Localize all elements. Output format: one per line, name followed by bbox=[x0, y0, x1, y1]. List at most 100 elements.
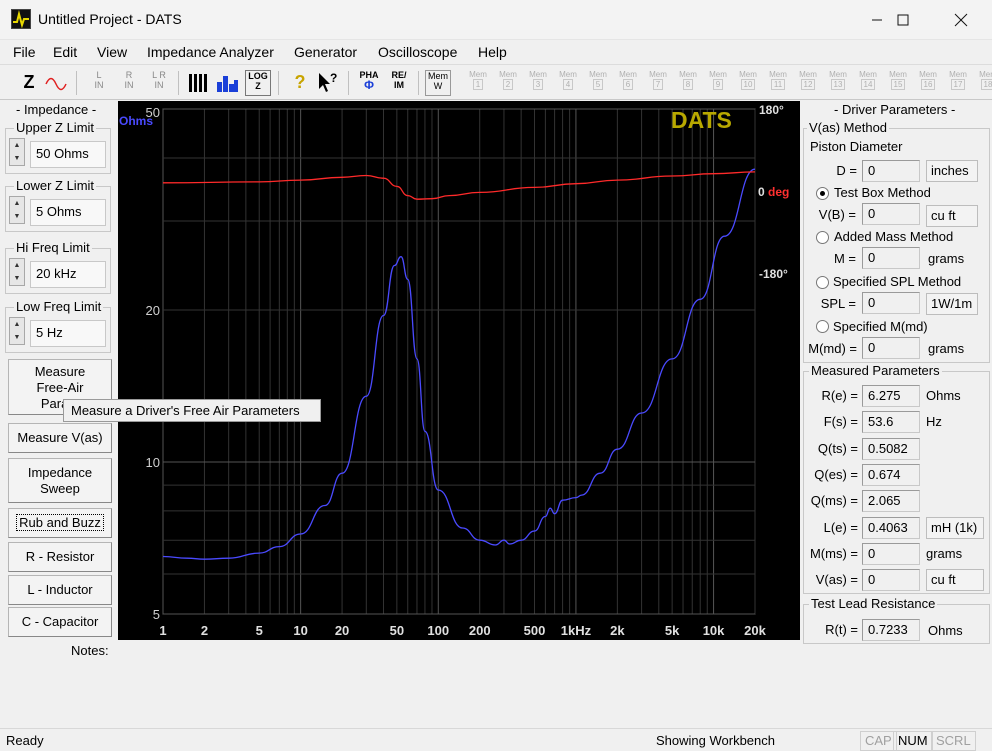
piano-keys-icon bbox=[189, 74, 207, 92]
bar-graph-button[interactable] bbox=[214, 70, 240, 96]
menu-help[interactable]: Help bbox=[478, 44, 507, 60]
num-indicator: NUM bbox=[893, 731, 933, 751]
menu-file[interactable]: File bbox=[13, 44, 36, 60]
upper-z-spinner[interactable]: ▲ ▼ bbox=[9, 138, 25, 166]
impedance-chart: 5020105Ohms1 2 5 10 20 50 100 200 500 1kHz 2k 5k 10k… bbox=[119, 103, 789, 638]
test-lead-title: Test Lead Resistance bbox=[809, 596, 938, 611]
mem-slot-number: 14 bbox=[860, 79, 876, 90]
low-freq-field[interactable]: 5 Hz bbox=[30, 320, 106, 347]
mem-slot-7[interactable]: Mem 7 bbox=[645, 70, 671, 96]
mem-slot-4[interactable]: Mem 4 bbox=[555, 70, 581, 96]
mem-slot-3[interactable]: Mem 3 bbox=[525, 70, 551, 96]
spl-unit-button[interactable]: 1W/1m bbox=[926, 293, 978, 315]
piano-keys-button[interactable] bbox=[186, 70, 212, 96]
menu-view[interactable]: View bbox=[97, 44, 127, 60]
mem-slot-16[interactable]: Mem 16 bbox=[915, 70, 941, 96]
re-im-button[interactable]: RE/ IM bbox=[386, 70, 412, 96]
mmd-unit: grams bbox=[928, 341, 965, 356]
m-field[interactable]: 0 bbox=[862, 247, 920, 269]
d-field[interactable]: 0 bbox=[862, 160, 920, 182]
rt-field[interactable]: 0.7233 bbox=[862, 619, 920, 641]
capacitor-button[interactable]: C - Capacitor bbox=[8, 607, 112, 637]
rub-and-buzz-button[interactable]: Rub and Buzz bbox=[8, 508, 112, 538]
test-box-radio[interactable] bbox=[816, 187, 829, 200]
x-tick-label: 500 bbox=[524, 623, 546, 638]
hi-freq-field[interactable]: 20 kHz bbox=[30, 261, 106, 288]
impedance-graph[interactable]: 50 20 10 5 Ohms 1 2 5 10 20 50 100 200 500 1kHz 2k 5k 10k… bbox=[118, 101, 800, 640]
r-in-button[interactable]: R IN bbox=[116, 70, 142, 96]
test-box-label[interactable]: Test Box Method bbox=[834, 185, 931, 200]
log-z-button[interactable]: LOG Z bbox=[245, 70, 271, 96]
measured-label: Q(es) = bbox=[814, 467, 858, 482]
mem-slot-18[interactable]: Mem18 bbox=[975, 70, 992, 96]
sine-wave-button[interactable] bbox=[44, 70, 70, 96]
mem-slot-11[interactable]: Mem 11 bbox=[765, 70, 791, 96]
phase-tick-label: -180° bbox=[759, 267, 788, 281]
vb-unit-button[interactable]: cu ft bbox=[926, 205, 978, 227]
mem-slot-17[interactable]: Mem 17 bbox=[945, 70, 971, 96]
mem-slot-9[interactable]: Mem 9 bbox=[705, 70, 731, 96]
menu-edit[interactable]: Edit bbox=[53, 44, 77, 60]
vb-field[interactable]: 0 bbox=[862, 203, 920, 225]
menu-impedance-analyzer[interactable]: Impedance Analyzer bbox=[147, 44, 274, 60]
d-label: D = bbox=[836, 163, 857, 178]
help-button[interactable]: ? bbox=[287, 70, 313, 96]
d-unit-button[interactable]: inches bbox=[926, 160, 978, 182]
upper-z-field[interactable]: 50 Ohms bbox=[30, 141, 106, 168]
specified-spl-radio[interactable] bbox=[816, 276, 829, 289]
status-workbench: Showing Workbench bbox=[656, 733, 775, 748]
measured-value: 0.5082 bbox=[862, 438, 920, 460]
measure-vas-button[interactable]: Measure V(as) bbox=[8, 423, 112, 453]
mem-slot-10[interactable]: Mem 10 bbox=[735, 70, 761, 96]
status-ready: Ready bbox=[6, 733, 44, 748]
mem-slot-12[interactable]: Mem 12 bbox=[795, 70, 821, 96]
driver-parameters-title: - Driver Parameters - bbox=[834, 102, 956, 117]
phase-tick-label: 180° bbox=[759, 103, 784, 117]
measured-parameters-title: Measured Parameters bbox=[809, 363, 942, 378]
impedance-title: - Impedance - bbox=[14, 102, 99, 117]
specified-mmd-radio[interactable] bbox=[816, 320, 829, 333]
context-help-button[interactable]: ? bbox=[315, 70, 341, 96]
specified-spl-label[interactable]: Specified SPL Method bbox=[833, 274, 961, 289]
menu-generator[interactable]: Generator bbox=[294, 44, 357, 60]
mem-slot-13[interactable]: Mem 13 bbox=[825, 70, 851, 96]
mem-slot-1[interactable]: Mem 1 bbox=[465, 70, 491, 96]
low-freq-spinner[interactable]: ▲ ▼ bbox=[9, 317, 25, 345]
inductor-button[interactable]: L - Inductor bbox=[8, 575, 112, 605]
mem-slot-14[interactable]: Mem 14 bbox=[855, 70, 881, 96]
lr-in-button[interactable]: L R IN bbox=[146, 70, 172, 96]
phi-icon: Φ bbox=[364, 78, 374, 92]
resistor-button[interactable]: R - Resistor bbox=[8, 542, 112, 572]
mem-slot-number: 16 bbox=[920, 79, 936, 90]
z-mode-button[interactable]: Z bbox=[16, 70, 42, 96]
low-freq-label: Low Freq Limit bbox=[14, 299, 104, 314]
mem-slot-number: 4 bbox=[562, 79, 574, 90]
lower-z-spinner[interactable]: ▲ ▼ bbox=[9, 196, 25, 224]
measured-label: V(as) = bbox=[815, 572, 858, 587]
y-tick-label: 5 bbox=[153, 607, 160, 622]
menu-oscilloscope[interactable]: Oscilloscope bbox=[378, 44, 457, 60]
added-mass-radio[interactable] bbox=[816, 231, 829, 244]
mmd-field[interactable]: 0 bbox=[862, 337, 920, 359]
added-mass-label[interactable]: Added Mass Method bbox=[834, 229, 953, 244]
mem-slot-8[interactable]: Mem 8 bbox=[675, 70, 701, 96]
maximize-button[interactable] bbox=[880, 0, 926, 40]
mem-slot-number: 7 bbox=[652, 79, 664, 90]
specified-mmd-label[interactable]: Specified M(md) bbox=[833, 319, 928, 334]
mem-slot-15[interactable]: Mem 15 bbox=[885, 70, 911, 96]
impedance-sweep-button[interactable]: Impedance Sweep bbox=[8, 458, 112, 503]
close-button[interactable] bbox=[938, 0, 984, 40]
phase-button[interactable]: PHA Φ bbox=[356, 70, 382, 96]
mem-slot-6[interactable]: Mem 6 bbox=[615, 70, 641, 96]
lower-z-field[interactable]: 5 Ohms bbox=[30, 199, 106, 226]
mem-slot-2[interactable]: Mem 2 bbox=[495, 70, 521, 96]
l-in-button[interactable]: L IN bbox=[86, 70, 112, 96]
measured-value: 53.6 bbox=[862, 411, 920, 433]
spl-field[interactable]: 0 bbox=[862, 292, 920, 314]
mem-slot-5[interactable]: Mem 5 bbox=[585, 70, 611, 96]
mem-write-button[interactable]: Mem W bbox=[425, 70, 451, 96]
hi-freq-spinner[interactable]: ▲ ▼ bbox=[9, 258, 25, 286]
x-tick-label: 20 bbox=[335, 623, 349, 638]
status-bar: Ready Showing Workbench CAP NUM SCRL bbox=[0, 728, 992, 751]
vb-label: V(B) = bbox=[818, 207, 856, 222]
